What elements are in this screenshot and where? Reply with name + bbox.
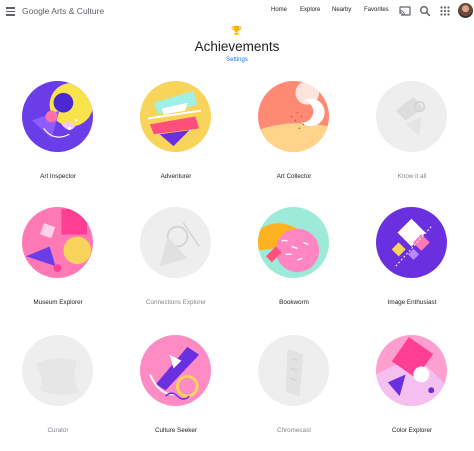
achievement-label: Art Collector xyxy=(276,173,312,180)
achievement-label: Connections Explorer xyxy=(145,299,207,306)
achievement-label: Adventurer xyxy=(160,173,192,180)
art-inspector-badge-art xyxy=(22,81,93,152)
achievement-label: Color Explorer xyxy=(391,427,433,434)
culture-seeker-badge-art xyxy=(140,335,211,406)
achievement-label: Art Inspector xyxy=(40,173,76,180)
chromecast-badge-art xyxy=(258,335,329,406)
achievement-label: Curator xyxy=(47,427,69,434)
achievement-label: Museum Explorer xyxy=(33,299,83,306)
achievement-label: Image Enthusiast xyxy=(387,299,437,306)
image-enthusiast-badge-art xyxy=(376,207,447,278)
nav-explore[interactable]: Explore xyxy=(300,7,320,13)
achievement-label: Bookworm xyxy=(279,299,309,306)
top-bar: Google Arts & Culture Home Explore Nearb… xyxy=(0,0,474,24)
adventurer-badge-art xyxy=(140,81,211,152)
art-collector-badge-art xyxy=(258,81,329,152)
search-icon[interactable] xyxy=(419,5,431,17)
nav-favorites[interactable]: Favorites xyxy=(364,7,389,13)
achievement-label: Chromecast xyxy=(277,427,311,434)
menu-icon[interactable] xyxy=(6,7,15,16)
settings-link[interactable]: Settings xyxy=(0,57,474,63)
cast-icon[interactable] xyxy=(399,5,411,17)
achievement-label: Know it all xyxy=(397,173,427,180)
curator-badge-art xyxy=(22,335,93,406)
museum-explorer-badge-art xyxy=(22,207,93,278)
nav-home[interactable]: Home xyxy=(271,7,287,13)
know-it-all-badge-art xyxy=(376,81,447,152)
trophy-icon xyxy=(231,25,242,35)
avatar[interactable] xyxy=(458,3,473,18)
page-title: Achievements xyxy=(194,39,280,54)
achievement-label: Culture Seeker xyxy=(155,427,197,434)
apps-icon[interactable] xyxy=(439,5,451,17)
connections-explorer-badge-art xyxy=(140,207,211,278)
nav-nearby[interactable]: Nearby xyxy=(332,7,351,13)
bookworm-badge-art xyxy=(258,207,329,278)
brand-logo[interactable]: Google Arts & Culture xyxy=(22,6,104,16)
color-explorer-badge-art xyxy=(376,335,447,406)
